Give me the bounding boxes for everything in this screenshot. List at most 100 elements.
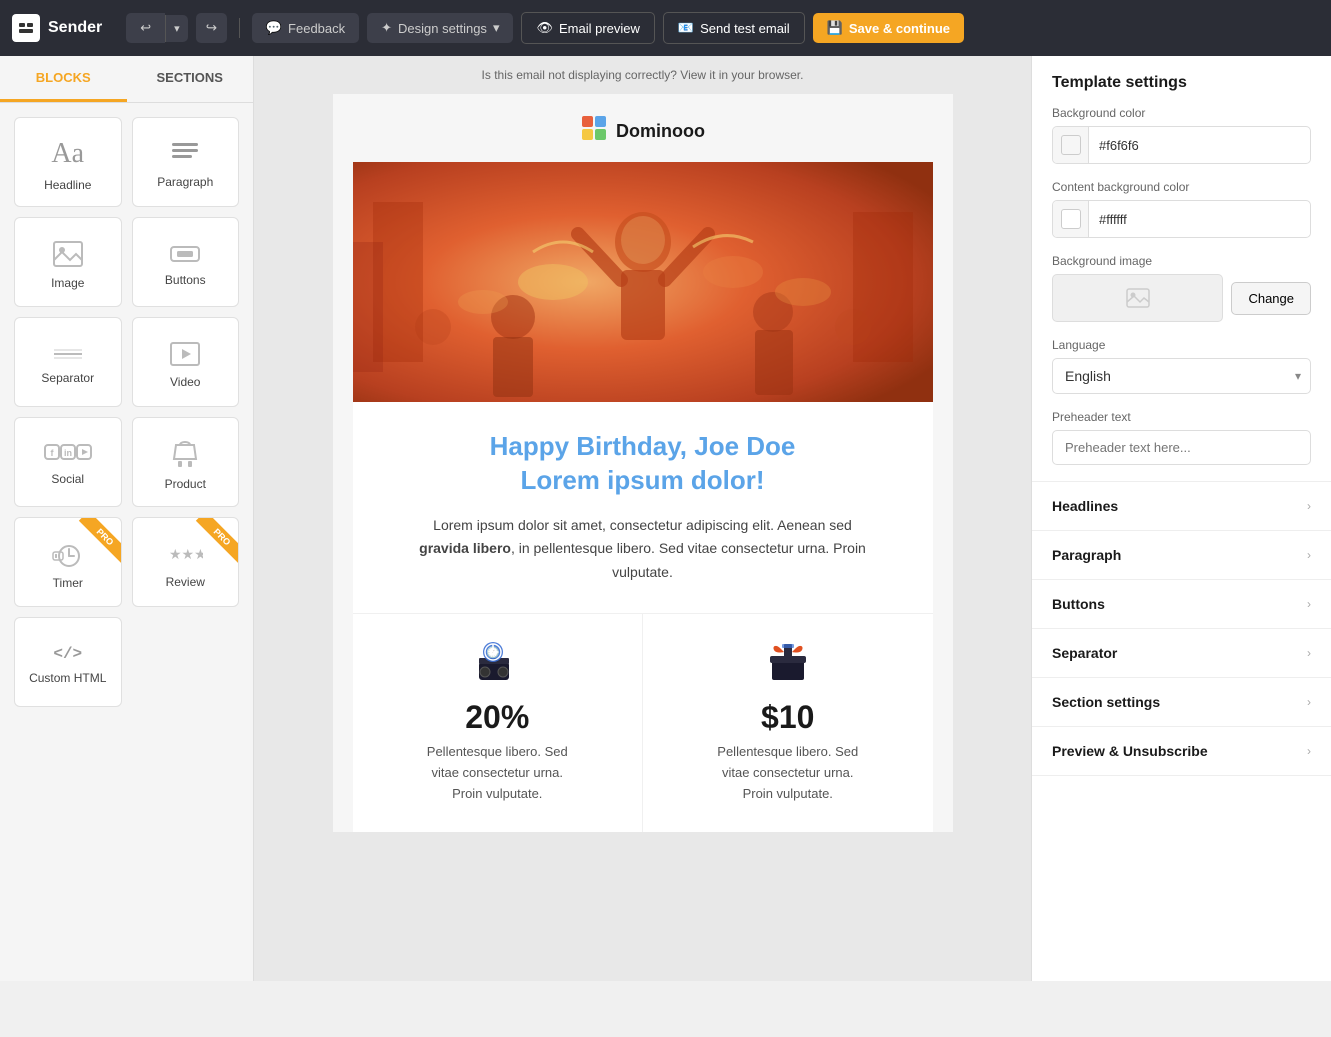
block-separator[interactable]: Separator: [14, 317, 122, 407]
block-paragraph[interactable]: Paragraph: [132, 117, 240, 207]
block-image[interactable]: Image: [14, 217, 122, 307]
language-select[interactable]: English French Spanish German: [1052, 358, 1311, 394]
accordion-buttons-label: Buttons: [1052, 596, 1105, 612]
block-label: Custom HTML: [29, 671, 106, 685]
accordion-section-settings[interactable]: Section settings ›: [1032, 678, 1331, 727]
accordion-separator[interactable]: Separator ›: [1032, 629, 1331, 678]
bg-image-change-button[interactable]: Change: [1231, 282, 1311, 315]
accordion-buttons[interactable]: Buttons ›: [1032, 580, 1331, 629]
content-bg-color-label: Content background color: [1052, 180, 1311, 194]
feedback-button[interactable]: 💬 Feedback: [252, 13, 359, 43]
accordion-buttons-arrow: ›: [1307, 597, 1311, 611]
design-settings-arrow: ▾: [493, 20, 500, 36]
preheader-label: Preheader text: [1052, 410, 1311, 424]
block-label: Product: [165, 477, 206, 491]
content-bg-color-input-row[interactable]: [1052, 200, 1311, 238]
social-icon: f in: [44, 444, 92, 464]
undo-button[interactable]: ↩: [126, 13, 165, 43]
content-bg-color-swatch[interactable]: [1053, 201, 1089, 237]
accordion-preview-unsubscribe-arrow: ›: [1307, 744, 1311, 758]
email-body-text: Lorem ipsum dolor sit amet, consectetur …: [353, 514, 933, 613]
accordion-preview-unsubscribe[interactable]: Preview & Unsubscribe ›: [1032, 727, 1331, 776]
accordion-paragraph-label: Paragraph: [1052, 547, 1121, 563]
panel-title: Template settings: [1032, 56, 1331, 106]
accordion-headlines-label: Headlines: [1052, 498, 1118, 514]
block-headline[interactable]: Aa Headline: [14, 117, 122, 207]
paragraph-icon: [170, 141, 200, 167]
block-product[interactable]: Product: [132, 417, 240, 507]
offer-2: $10 Pellentesque libero. Sed vitae conse…: [643, 614, 933, 832]
body-text-1: Lorem ipsum dolor sit amet, consectetur …: [433, 517, 852, 533]
send-test-email-button[interactable]: 📧 Send test email: [663, 12, 805, 44]
block-label: Separator: [41, 371, 94, 385]
offer-1-icon: 🕐: [373, 634, 623, 691]
offer-1-desc: Pellentesque libero. Sed vitae consectet…: [373, 742, 623, 804]
accordion-paragraph[interactable]: Paragraph ›: [1032, 531, 1331, 580]
separator-icon: [52, 345, 84, 363]
svg-text:f: f: [50, 448, 54, 458]
block-video[interactable]: Video: [132, 317, 240, 407]
block-label: Video: [170, 375, 200, 389]
body-text-bold: gravida libero: [419, 540, 511, 556]
block-label: Paragraph: [157, 175, 213, 189]
design-settings-icon: ✦: [381, 20, 392, 36]
canvas-topbar: Is this email not displaying correctly? …: [254, 56, 1031, 94]
headline-part1: Happy Birthday,: [490, 431, 695, 461]
blocks-grid: Aa Headline Paragraph: [0, 103, 253, 721]
language-select-row: English French Spanish German ▾: [1052, 358, 1311, 394]
language-label: Language: [1052, 338, 1311, 352]
offer-2-desc: Pellentesque libero. Sed vitae consectet…: [663, 742, 913, 804]
sidebar: BLOCKS SECTIONS Aa Headline Paragraph: [0, 56, 254, 981]
block-social[interactable]: f in Social: [14, 417, 122, 507]
block-label: Social: [51, 472, 84, 486]
offer-1-pct: 20%: [373, 699, 623, 736]
bg-color-label: Background color: [1052, 106, 1311, 120]
block-custom-html[interactable]: </> Custom HTML: [14, 617, 122, 707]
email-headline: Happy Birthday, Joe Doe Lorem ipsum dolo…: [383, 430, 903, 498]
bg-image-section: Background image Change: [1032, 254, 1331, 338]
block-timer[interactable]: PRO Timer: [14, 517, 122, 607]
save-icon: 💾: [827, 20, 843, 36]
tab-blocks[interactable]: BLOCKS: [0, 56, 127, 102]
offer-1: 🕐 20% Pellentesque libero. Sed vitae con…: [353, 614, 643, 832]
bg-image-box: [1052, 274, 1223, 322]
accordion-paragraph-arrow: ›: [1307, 548, 1311, 562]
email-body: Happy Birthday, Joe Doe Lorem ipsum dolo…: [353, 162, 933, 832]
bg-color-input-row[interactable]: [1052, 126, 1311, 164]
timer-pro-ribbon: PRO: [61, 518, 121, 578]
content-bg-color-field[interactable]: [1089, 204, 1310, 235]
main-layout: BLOCKS SECTIONS Aa Headline Paragraph: [0, 56, 1331, 981]
topbar-divider: [239, 18, 240, 38]
logo-icon: [12, 14, 40, 42]
block-label: Timer: [53, 576, 83, 590]
bg-color-field[interactable]: [1089, 130, 1310, 161]
design-settings-button[interactable]: ✦ Design settings ▾: [367, 13, 513, 43]
headline-name: Joe Doe: [694, 431, 795, 461]
undo-dropdown-button[interactable]: ▾: [165, 15, 188, 42]
email-logo-row: Dominooo: [333, 94, 953, 162]
canvas-topbar-text: Is this email not displaying correctly? …: [482, 68, 804, 82]
bg-color-swatch-inner: [1061, 135, 1081, 155]
accordion-preview-unsubscribe-label: Preview & Unsubscribe: [1052, 743, 1208, 759]
preheader-input[interactable]: [1052, 430, 1311, 465]
svg-text:in: in: [64, 448, 72, 458]
headline-icon: Aa: [51, 138, 84, 170]
feedback-icon: 💬: [266, 20, 282, 36]
block-buttons[interactable]: Buttons: [132, 217, 240, 307]
accordion-section-settings-label: Section settings: [1052, 694, 1160, 710]
send-test-icon: 📧: [678, 20, 694, 36]
email-preview-button[interactable]: 👁 Email preview: [521, 12, 654, 44]
topbar: Sender ↩ ▾ ↪ 💬 Feedback ✦ Design setting…: [0, 0, 1331, 56]
save-continue-button[interactable]: 💾 Save & continue: [813, 13, 964, 43]
bg-image-row: Change: [1052, 274, 1311, 322]
content-bg-color-section: Content background color: [1032, 180, 1331, 254]
right-panel: Template settings Background color Conte…: [1031, 56, 1331, 981]
custom-html-icon: </>: [53, 645, 82, 663]
accordion-headlines[interactable]: Headlines ›: [1032, 482, 1331, 531]
tab-sections[interactable]: SECTIONS: [127, 56, 254, 102]
block-label: Image: [51, 276, 84, 290]
block-review[interactable]: PRO ★★★ Review: [132, 517, 240, 607]
buttons-icon: [169, 243, 201, 265]
redo-button[interactable]: ↪: [196, 13, 227, 43]
bg-color-swatch[interactable]: [1053, 127, 1089, 163]
